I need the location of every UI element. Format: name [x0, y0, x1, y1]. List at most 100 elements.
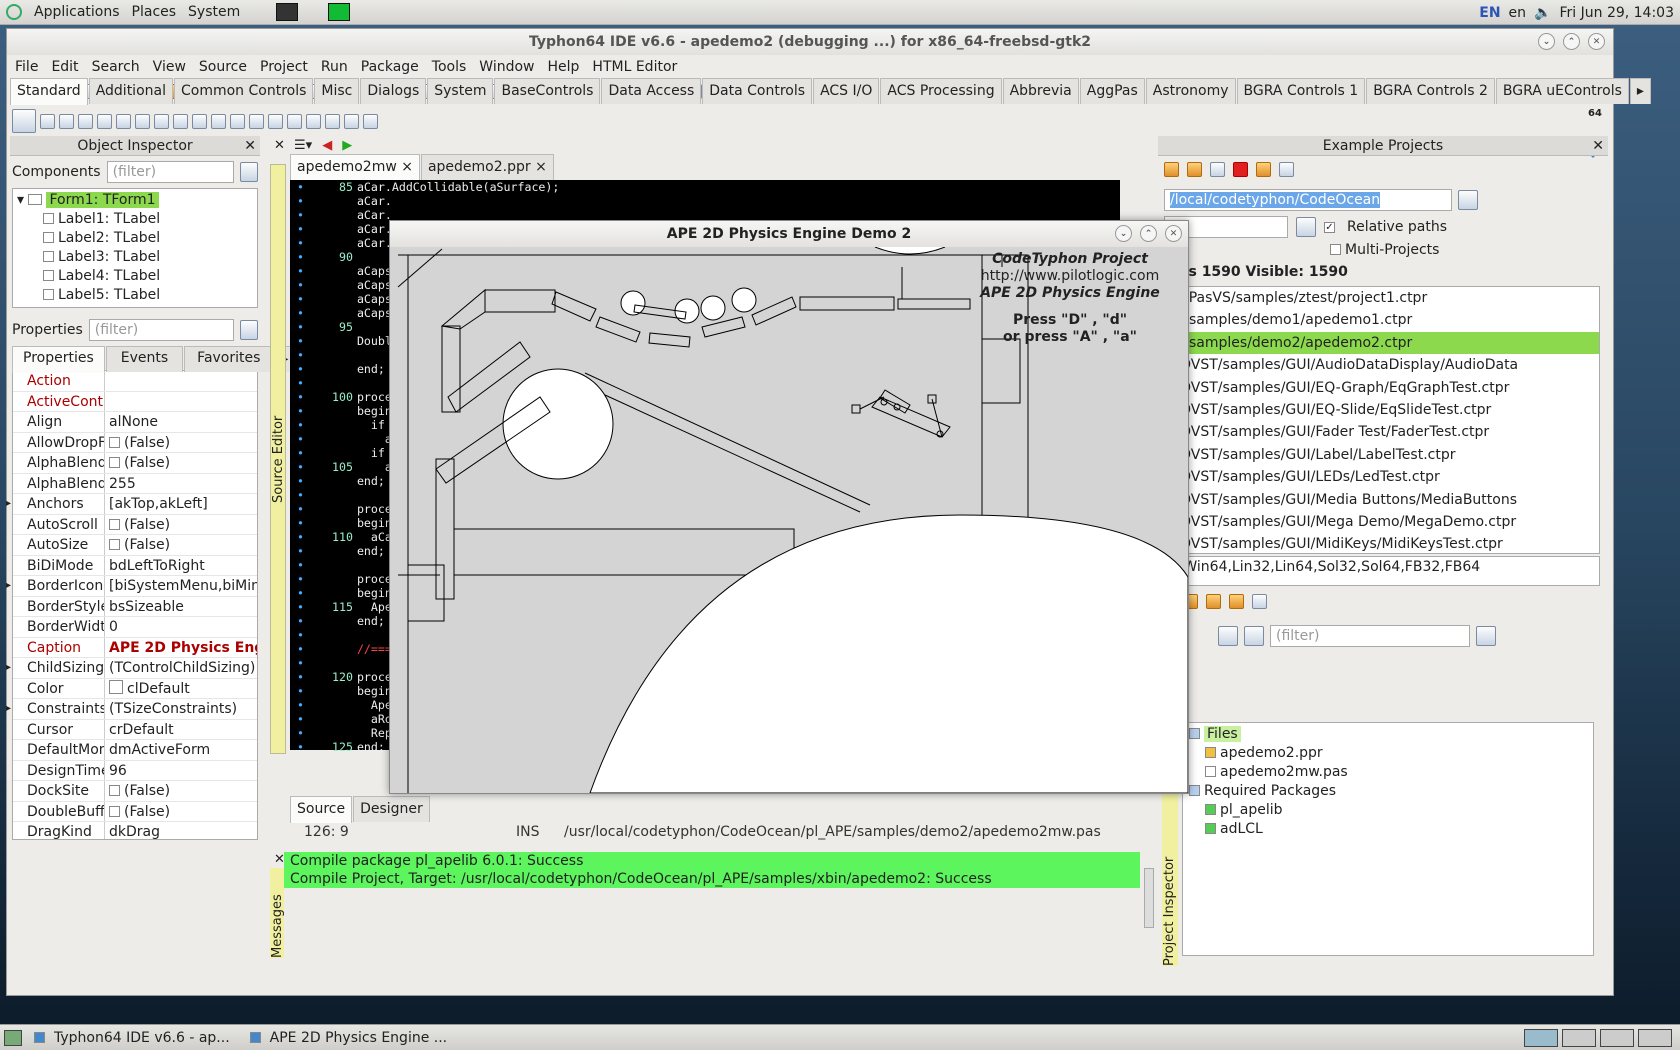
close-button[interactable]: ✕ [1588, 33, 1605, 50]
message-line[interactable]: Compile Project, Target: /usr/local/code… [284, 870, 1140, 888]
close-button[interactable]: ✕ [1165, 225, 1182, 242]
examples-path-input[interactable]: /local/codetyphon/CodeOcean [1164, 189, 1452, 211]
tbutton-icon[interactable] [78, 113, 93, 129]
ttogglebox-icon[interactable] [154, 113, 169, 129]
tree-item-label2[interactable]: Label2: TLabel [13, 229, 257, 248]
property-row[interactable]: DefaultMonitodmActiveForm [13, 740, 257, 761]
palette-tab-system[interactable]: System [427, 78, 494, 104]
property-row[interactable]: AutoSize (False) [13, 535, 257, 556]
delete-icon[interactable] [1233, 162, 1248, 177]
property-value[interactable]: dkDrag [105, 822, 257, 839]
example-project-item[interactable]: GGPasVS/samples/ztest/project1.ctpr [1165, 287, 1599, 309]
workspace-2[interactable] [1562, 1028, 1596, 1047]
palette-tab-bgra-controls-1[interactable]: BGRA Controls 1 [1236, 78, 1366, 104]
taskbar-button-ide[interactable]: Typhon64 IDE v6.6 - ap... [26, 1027, 238, 1049]
show-desktop-icon[interactable] [4, 1029, 22, 1046]
breakpoint-dot[interactable]: • [290, 334, 311, 348]
property-value[interactable] [105, 371, 257, 391]
menu-help[interactable]: Help [548, 59, 580, 75]
example-project-item[interactable]: SIOVST/samples/GUI/MidiKeys/MidiKeysTest… [1165, 533, 1599, 553]
breakpoint-dot[interactable]: • [290, 586, 311, 600]
breakpoint-dot[interactable]: • [290, 320, 311, 334]
breakpoint-dot[interactable]: • [290, 558, 311, 572]
tab-apedemo2mw[interactable]: apedemo2mw × [290, 154, 420, 181]
breakpoint-dot[interactable]: • [290, 712, 311, 726]
breakpoint-dot[interactable]: • [290, 600, 311, 614]
example-project-item[interactable]: SIOVST/samples/GUI/LEDs/LedTest.ctpr [1165, 466, 1599, 488]
breakpoint-dot[interactable]: • [290, 264, 311, 278]
palette-tab-dialogs[interactable]: Dialogs [360, 78, 427, 104]
terminal-launcher-icon[interactable] [276, 3, 299, 21]
breakpoint-dot[interactable]: • [290, 292, 311, 306]
breakpoint-dot[interactable]: • [290, 446, 311, 460]
property-value[interactable]: (TSizeConstraints) [105, 699, 257, 719]
tree-node-package[interactable]: adLCL [1189, 820, 1587, 839]
example-project-item[interactable]: PE/samples/demo1/apedemo1.ctpr [1165, 309, 1599, 331]
property-value[interactable]: alNone [105, 412, 257, 432]
clock[interactable]: Fri Jun 29, 14:03 [1559, 5, 1674, 21]
tradiobutton-icon[interactable] [192, 113, 207, 129]
breakpoint-dot[interactable]: • [290, 250, 311, 264]
property-value[interactable]: (False) [105, 802, 257, 822]
clear-filter-icon[interactable] [1296, 217, 1316, 237]
property-row[interactable]: AlphaBlend (False) [13, 453, 257, 474]
applications-menu[interactable]: Applications [34, 4, 120, 20]
tlabel-icon[interactable] [97, 113, 112, 129]
palette-tab-data-controls[interactable]: Data Controls [702, 78, 813, 104]
menu-html-editor[interactable]: HTML Editor [592, 59, 677, 75]
messages-scrollbar[interactable] [1144, 868, 1154, 928]
property-value[interactable]: (False) [105, 453, 257, 473]
property-value[interactable] [105, 392, 257, 412]
breakpoint-dot[interactable]: • [290, 614, 311, 628]
property-value[interactable]: 255 [105, 474, 257, 494]
breakpoint-dot[interactable]: • [290, 572, 311, 586]
system-menu[interactable]: System [188, 4, 240, 20]
open-project-icon[interactable] [1187, 162, 1202, 177]
property-row[interactable]: ▸ ChildSizing (TControlChildSizing) [6, 658, 257, 679]
example-project-item[interactable]: PE/samples/demo2/apedemo2.ctpr [1165, 331, 1599, 355]
close-icon[interactable]: × [535, 159, 547, 175]
palette-tab-astronomy[interactable]: Astronomy [1145, 78, 1236, 104]
breakpoint-dot[interactable]: • [290, 740, 311, 754]
breakpoint-dot[interactable]: • [290, 656, 311, 670]
multi-projects-checkbox[interactable] [1330, 244, 1341, 255]
tcheckgroup-icon[interactable] [306, 113, 321, 129]
tree-item-label4[interactable]: Label4: TLabel [13, 267, 257, 286]
property-value[interactable]: (False) [105, 515, 257, 535]
checkbox[interactable] [109, 436, 120, 448]
places-menu[interactable]: Places [132, 4, 177, 20]
editor-menu-icon[interactable]: ☰▾ [294, 138, 312, 153]
properties-filter-input[interactable]: (filter) [88, 319, 234, 341]
system-monitor-icon[interactable] [328, 3, 351, 21]
tree-item-form1[interactable]: ▾ Form1: TForm1 [13, 191, 257, 210]
breakpoint-dot[interactable]: • [290, 208, 311, 222]
gnome-foot-icon[interactable] [6, 4, 22, 20]
breakpoint-dot[interactable]: • [290, 530, 311, 544]
property-row[interactable]: AutoScroll (False) [13, 514, 257, 535]
tgroupbox-icon[interactable] [268, 113, 283, 129]
property-value[interactable]: (TControlChildSizing) [105, 658, 257, 678]
breakpoint-dot[interactable]: • [290, 278, 311, 292]
tab-source[interactable]: Source [290, 796, 353, 823]
breakpoint-dot[interactable]: • [290, 306, 311, 320]
tactionlist-icon[interactable] [363, 113, 378, 129]
breakpoint-dot[interactable]: • [290, 642, 311, 656]
property-value[interactable]: crDefault [105, 720, 257, 740]
tree-item-label5[interactable]: Label5: TLabel [13, 286, 257, 305]
breakpoint-dot[interactable]: • [290, 698, 311, 712]
property-value[interactable]: bdLeftToRight [105, 556, 257, 576]
close-icon[interactable]: × [401, 159, 413, 175]
tscrollbar-icon[interactable] [249, 113, 264, 129]
checkbox[interactable] [109, 805, 120, 817]
property-row[interactable]: DesignTimePP96 [13, 760, 257, 781]
checkbox[interactable] [109, 785, 120, 796]
palette-scroll-right-icon[interactable]: ▸ [1629, 78, 1651, 104]
browse-folder-icon[interactable] [1458, 190, 1478, 210]
menu-run[interactable]: Run [321, 59, 348, 75]
tab-designer[interactable]: Designer [353, 796, 430, 822]
property-value[interactable]: clDefault [105, 679, 257, 699]
property-value[interactable]: 0 [105, 617, 257, 637]
palette-tab-data-access[interactable]: Data Access [601, 78, 702, 104]
tlistbox-icon[interactable] [211, 113, 226, 129]
breakpoint-dot[interactable]: • [290, 474, 311, 488]
